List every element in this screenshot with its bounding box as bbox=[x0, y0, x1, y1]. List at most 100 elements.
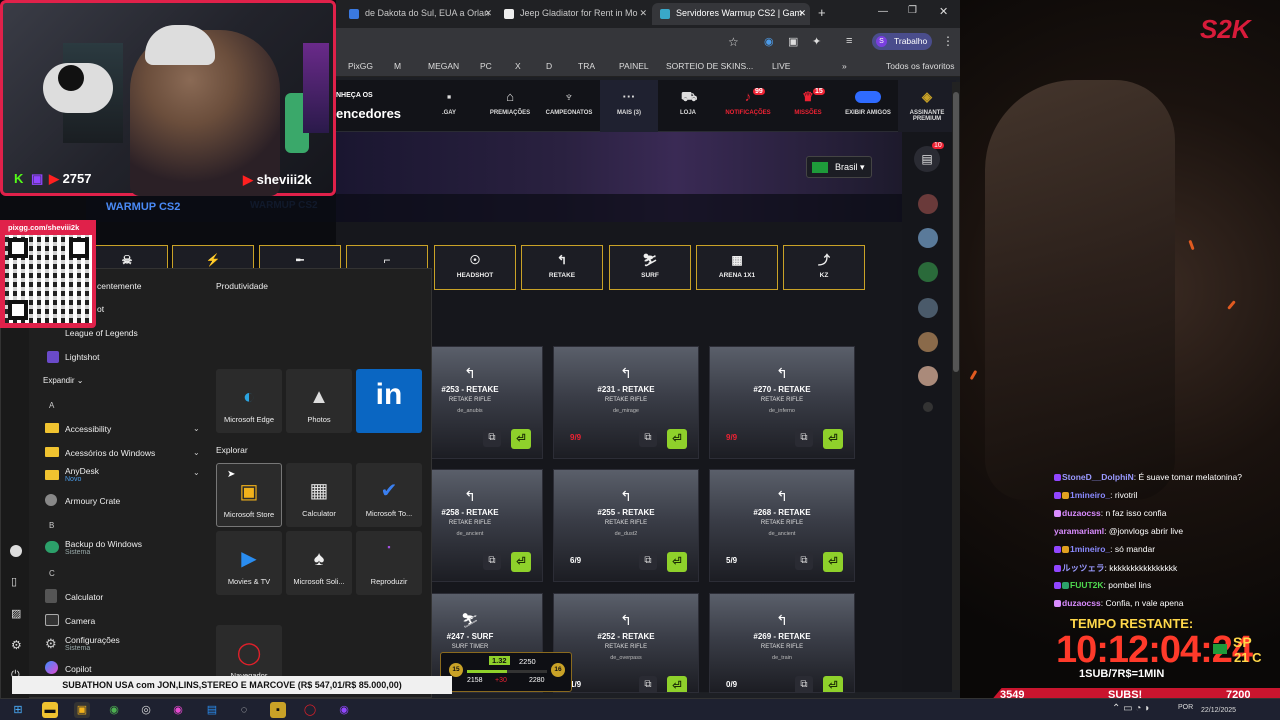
copy-ip-icon[interactable]: ⧉ bbox=[639, 429, 657, 447]
bookmark-item[interactable]: D bbox=[546, 61, 552, 71]
tile-store[interactable]: ▣ Microsoft Store bbox=[216, 463, 282, 527]
windows-start-icon[interactable]: ⊞ bbox=[10, 702, 26, 718]
tile-photos[interactable]: ▲ Photos bbox=[286, 369, 352, 433]
copy-ip-icon[interactable]: ⧉ bbox=[483, 429, 501, 447]
copy-ip-icon[interactable]: ⧉ bbox=[639, 552, 657, 570]
app-configuracoes[interactable]: Configurações Sistema bbox=[65, 635, 120, 652]
cast-icon[interactable]: ◉ bbox=[764, 35, 774, 48]
scrollbar-thumb[interactable] bbox=[953, 92, 959, 372]
translate-icon[interactable]: ▣ bbox=[788, 35, 798, 48]
nav-premiacoes[interactable]: ⌂ PREMIAÇÕES bbox=[481, 80, 539, 132]
nav-gay[interactable]: ▪ .GAY bbox=[420, 80, 478, 132]
browser-tab[interactable]: Jeep Gladiator for Rent in Mo ✕ bbox=[496, 3, 651, 25]
nav-exibir-amigos[interactable]: EXIBIR AMIGOS bbox=[839, 80, 897, 132]
app-icon[interactable]: ▪ bbox=[270, 702, 286, 718]
app-icon[interactable]: ▤ bbox=[204, 702, 220, 718]
copy-ip-icon[interactable]: ⧉ bbox=[795, 552, 813, 570]
close-tab-icon[interactable]: ✕ bbox=[639, 8, 647, 19]
opera-icon[interactable]: ◯ bbox=[302, 702, 318, 718]
bookmark-item[interactable]: LIVE bbox=[772, 61, 790, 71]
chat-bubble-icon[interactable]: ▤ bbox=[914, 146, 940, 172]
profile-button[interactable]: S Trabalho bbox=[872, 33, 932, 50]
chevron-down-icon[interactable]: ⌄ bbox=[193, 424, 200, 433]
tile-reproduzir[interactable]: ▪ Reproduzir bbox=[356, 531, 422, 595]
all-favorites-folder[interactable]: Todos os favoritos bbox=[886, 61, 955, 71]
maximize-icon[interactable]: ❐ bbox=[908, 5, 917, 16]
app-accessibility[interactable]: Accessibility bbox=[65, 424, 111, 434]
join-server-button[interactable]: ⏎ bbox=[823, 429, 843, 449]
join-server-button[interactable]: ⏎ bbox=[667, 552, 687, 572]
nav-missoes[interactable]: ♛ MISSÕES 15 bbox=[779, 80, 837, 132]
server-card[interactable]: ↰ #231 - RETAKE RETAKE RIFLE de_mirage 9… bbox=[553, 346, 699, 459]
pictures-icon[interactable]: ▨ bbox=[11, 607, 21, 620]
friend-avatar[interactable] bbox=[918, 262, 938, 282]
server-card[interactable]: ↰ #255 - RETAKE RETAKE RIFLE de_dust2 6/… bbox=[553, 469, 699, 582]
copy-ip-icon[interactable]: ⧉ bbox=[795, 676, 813, 692]
join-server-button[interactable]: ⏎ bbox=[823, 676, 843, 692]
close-tab-icon[interactable]: ✕ bbox=[484, 8, 492, 19]
toggle-icon[interactable] bbox=[855, 91, 881, 103]
app-anydesk[interactable]: AnyDesk Novo bbox=[65, 466, 99, 483]
letter-header[interactable]: C bbox=[49, 569, 55, 578]
server-card[interactable]: ↰ #268 - RETAKE RETAKE RIFLE de_ancient … bbox=[709, 469, 855, 582]
browser-menu-icon[interactable]: ⋮ bbox=[942, 34, 954, 48]
nav-mais[interactable]: ··· MAIS (3) bbox=[600, 80, 658, 132]
server-card[interactable]: ↰ #252 - RETAKE RETAKE RIFLE de_overpass… bbox=[553, 593, 699, 693]
documents-icon[interactable]: ▯ bbox=[11, 575, 17, 588]
settings-icon[interactable]: ⚙ bbox=[11, 638, 22, 652]
mode-retake[interactable]: ↰ RETAKE bbox=[521, 245, 603, 290]
join-server-button[interactable]: ⏎ bbox=[823, 552, 843, 572]
language-select[interactable]: Brasil ▾ bbox=[806, 156, 872, 178]
mode-headshot[interactable]: ☉ HEADSHOT bbox=[434, 245, 516, 290]
tile-linkedin[interactable]: in bbox=[356, 369, 422, 433]
friend-avatar[interactable] bbox=[918, 366, 938, 386]
store-icon[interactable]: ▣ bbox=[74, 702, 90, 718]
app-acessorios[interactable]: Acessórios do Windows bbox=[65, 448, 155, 458]
chrome-icon[interactable]: ◉ bbox=[106, 702, 122, 718]
mode-arena[interactable]: ▦ ARENA 1X1 bbox=[696, 245, 778, 290]
new-tab-icon[interactable]: + bbox=[818, 5, 826, 20]
extensions-icon[interactable]: ✦ bbox=[812, 35, 821, 48]
bookmark-item[interactable]: M bbox=[394, 61, 401, 71]
letter-header[interactable]: A bbox=[49, 401, 54, 410]
friend-avatar[interactable] bbox=[918, 298, 938, 318]
bookmark-item[interactable]: MEGAN bbox=[428, 61, 459, 71]
browser-tab[interactable]: de Dakota do Sul, EUA a Orlan ✕ bbox=[341, 3, 496, 25]
server-card[interactable]: ↰ #269 - RETAKE RETAKE RIFLE de_train 0/… bbox=[709, 593, 855, 693]
nav-loja[interactable]: ⛟ LOJA bbox=[659, 80, 717, 132]
tile-todo[interactable]: ✔ Microsoft To... bbox=[356, 463, 422, 527]
bookmark-star-icon[interactable]: ☆ bbox=[728, 35, 739, 49]
close-window-icon[interactable]: ✕ bbox=[939, 5, 948, 18]
join-server-button[interactable]: ⏎ bbox=[511, 552, 531, 572]
tile-movies[interactable]: ▶ Movies & TV bbox=[216, 531, 282, 595]
page-scrollbar[interactable] bbox=[952, 82, 960, 690]
tile-edge[interactable]: ◐ Microsoft Edge bbox=[216, 369, 282, 433]
keyboard-language[interactable]: POR bbox=[1178, 704, 1193, 711]
steam-icon[interactable]: ◎ bbox=[138, 702, 154, 718]
copy-ip-icon[interactable]: ⧉ bbox=[795, 429, 813, 447]
recent-item-lightshot[interactable]: Lightshot bbox=[65, 352, 100, 362]
file-explorer-icon[interactable]: ▬ bbox=[42, 702, 58, 718]
app-icon[interactable]: ◉ bbox=[170, 702, 186, 718]
friend-avatar[interactable] bbox=[918, 332, 938, 352]
letter-header[interactable]: B bbox=[49, 521, 54, 530]
friend-avatar[interactable] bbox=[918, 194, 938, 214]
close-tab-icon[interactable]: ✕ bbox=[798, 8, 806, 19]
recent-item-league[interactable]: League of Legends bbox=[65, 328, 138, 338]
app-calculator[interactable]: Calculator bbox=[65, 592, 103, 602]
tile-solitaire[interactable]: ♠ Microsoft Soli... bbox=[286, 531, 352, 595]
nav-premium[interactable]: ◈ ASSINANTE PREMIUM bbox=[898, 80, 956, 132]
friend-avatar[interactable] bbox=[918, 228, 938, 248]
app-camera[interactable]: Camera bbox=[65, 616, 95, 626]
bookmark-item[interactable]: PixGG bbox=[348, 61, 373, 71]
expand-button[interactable]: Expandir ⌄ bbox=[43, 376, 84, 385]
bookmarks-overflow-icon[interactable]: » bbox=[842, 61, 847, 71]
recent-item[interactable]: ot bbox=[97, 304, 104, 314]
chevron-down-icon[interactable]: ⌄ bbox=[193, 468, 200, 477]
mode-surf[interactable]: ⛷ SURF bbox=[609, 245, 691, 290]
bookmark-item[interactable]: X bbox=[515, 61, 521, 71]
bookmark-item[interactable]: PAINEL bbox=[619, 61, 649, 71]
copy-ip-icon[interactable]: ⧉ bbox=[483, 552, 501, 570]
bookmark-item[interactable]: TRA bbox=[578, 61, 595, 71]
minimize-icon[interactable]: — bbox=[878, 6, 888, 17]
